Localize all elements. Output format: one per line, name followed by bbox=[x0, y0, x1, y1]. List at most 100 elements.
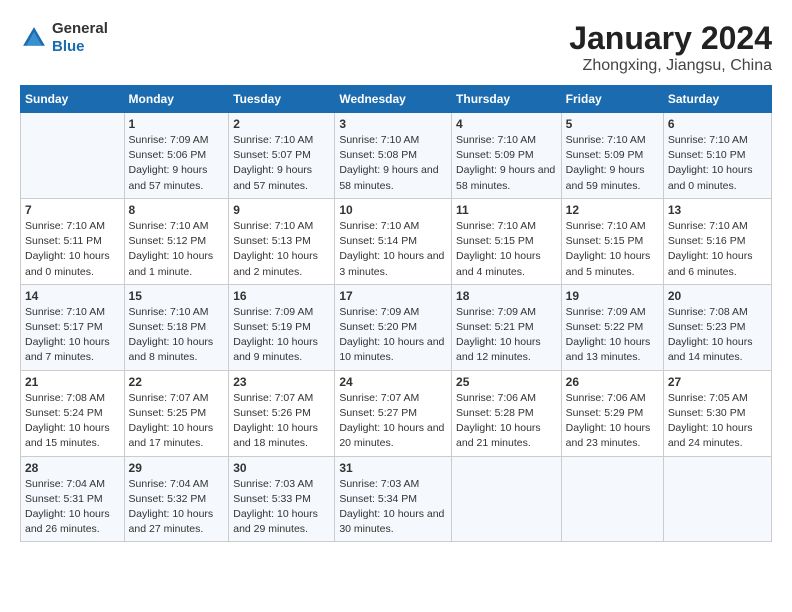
daylight: Daylight: 10 hours and 29 minutes. bbox=[233, 508, 318, 535]
day-number: 21 bbox=[25, 375, 120, 389]
day-number: 5 bbox=[566, 117, 659, 131]
daylight: Daylight: 9 hours and 59 minutes. bbox=[566, 164, 645, 191]
calendar-cell bbox=[561, 456, 663, 542]
sunrise: Sunrise: 7:08 AM bbox=[25, 392, 105, 404]
daylight: Daylight: 9 hours and 57 minutes. bbox=[233, 164, 312, 191]
sunset: Sunset: 5:26 PM bbox=[233, 407, 311, 419]
day-number: 7 bbox=[25, 203, 120, 217]
col-monday: Monday bbox=[124, 86, 229, 113]
daylight: Daylight: 10 hours and 5 minutes. bbox=[566, 250, 651, 277]
sunset: Sunset: 5:34 PM bbox=[339, 493, 417, 505]
day-info: Sunrise: 7:03 AM Sunset: 5:34 PM Dayligh… bbox=[339, 477, 447, 538]
sunset: Sunset: 5:10 PM bbox=[668, 149, 746, 161]
sunrise: Sunrise: 7:10 AM bbox=[233, 220, 313, 232]
calendar-cell: 30 Sunrise: 7:03 AM Sunset: 5:33 PM Dayl… bbox=[229, 456, 335, 542]
col-thursday: Thursday bbox=[452, 86, 562, 113]
calendar-cell: 15 Sunrise: 7:10 AM Sunset: 5:18 PM Dayl… bbox=[124, 284, 229, 370]
day-number: 2 bbox=[233, 117, 330, 131]
day-number: 1 bbox=[129, 117, 225, 131]
daylight: Daylight: 10 hours and 27 minutes. bbox=[129, 508, 214, 535]
daylight: Daylight: 10 hours and 2 minutes. bbox=[233, 250, 318, 277]
sunset: Sunset: 5:22 PM bbox=[566, 321, 644, 333]
sunset: Sunset: 5:14 PM bbox=[339, 235, 417, 247]
sunset: Sunset: 5:12 PM bbox=[129, 235, 207, 247]
sunset: Sunset: 5:33 PM bbox=[233, 493, 311, 505]
calendar-cell: 19 Sunrise: 7:09 AM Sunset: 5:22 PM Dayl… bbox=[561, 284, 663, 370]
calendar-cell bbox=[452, 456, 562, 542]
day-info: Sunrise: 7:07 AM Sunset: 5:25 PM Dayligh… bbox=[129, 391, 225, 452]
day-info: Sunrise: 7:10 AM Sunset: 5:15 PM Dayligh… bbox=[456, 219, 557, 280]
daylight: Daylight: 10 hours and 1 minute. bbox=[129, 250, 214, 277]
header-row: Sunday Monday Tuesday Wednesday Thursday… bbox=[21, 86, 772, 113]
sunrise: Sunrise: 7:10 AM bbox=[25, 306, 105, 318]
day-info: Sunrise: 7:06 AM Sunset: 5:28 PM Dayligh… bbox=[456, 391, 557, 452]
sunrise: Sunrise: 7:06 AM bbox=[456, 392, 536, 404]
day-number: 20 bbox=[668, 289, 767, 303]
calendar-cell: 25 Sunrise: 7:06 AM Sunset: 5:28 PM Dayl… bbox=[452, 370, 562, 456]
daylight: Daylight: 10 hours and 14 minutes. bbox=[668, 336, 753, 363]
day-number: 24 bbox=[339, 375, 447, 389]
logo-icon bbox=[20, 24, 48, 52]
calendar-cell: 11 Sunrise: 7:10 AM Sunset: 5:15 PM Dayl… bbox=[452, 198, 562, 284]
sunrise: Sunrise: 7:10 AM bbox=[456, 134, 536, 146]
sunrise: Sunrise: 7:10 AM bbox=[456, 220, 536, 232]
day-info: Sunrise: 7:10 AM Sunset: 5:14 PM Dayligh… bbox=[339, 219, 447, 280]
title-block: January 2024 Zhongxing, Jiangsu, China bbox=[569, 20, 772, 75]
sunrise: Sunrise: 7:10 AM bbox=[566, 220, 646, 232]
sunrise: Sunrise: 7:07 AM bbox=[233, 392, 313, 404]
sunrise: Sunrise: 7:09 AM bbox=[339, 306, 419, 318]
day-info: Sunrise: 7:08 AM Sunset: 5:23 PM Dayligh… bbox=[668, 305, 767, 366]
calendar-cell: 26 Sunrise: 7:06 AM Sunset: 5:29 PM Dayl… bbox=[561, 370, 663, 456]
day-number: 30 bbox=[233, 461, 330, 475]
sunrise: Sunrise: 7:10 AM bbox=[339, 220, 419, 232]
day-number: 25 bbox=[456, 375, 557, 389]
day-number: 17 bbox=[339, 289, 447, 303]
calendar-cell: 10 Sunrise: 7:10 AM Sunset: 5:14 PM Dayl… bbox=[335, 198, 452, 284]
sunrise: Sunrise: 7:10 AM bbox=[25, 220, 105, 232]
day-info: Sunrise: 7:10 AM Sunset: 5:16 PM Dayligh… bbox=[668, 219, 767, 280]
sunrise: Sunrise: 7:06 AM bbox=[566, 392, 646, 404]
daylight: Daylight: 10 hours and 21 minutes. bbox=[456, 422, 541, 449]
day-info: Sunrise: 7:09 AM Sunset: 5:22 PM Dayligh… bbox=[566, 305, 659, 366]
day-number: 10 bbox=[339, 203, 447, 217]
day-number: 31 bbox=[339, 461, 447, 475]
day-info: Sunrise: 7:09 AM Sunset: 5:20 PM Dayligh… bbox=[339, 305, 447, 366]
day-info: Sunrise: 7:04 AM Sunset: 5:31 PM Dayligh… bbox=[25, 477, 120, 538]
daylight: Daylight: 10 hours and 7 minutes. bbox=[25, 336, 110, 363]
day-info: Sunrise: 7:10 AM Sunset: 5:18 PM Dayligh… bbox=[129, 305, 225, 366]
calendar-cell: 21 Sunrise: 7:08 AM Sunset: 5:24 PM Dayl… bbox=[21, 370, 125, 456]
sunset: Sunset: 5:24 PM bbox=[25, 407, 103, 419]
day-info: Sunrise: 7:09 AM Sunset: 5:06 PM Dayligh… bbox=[129, 133, 225, 194]
sunset: Sunset: 5:20 PM bbox=[339, 321, 417, 333]
calendar-cell: 13 Sunrise: 7:10 AM Sunset: 5:16 PM Dayl… bbox=[663, 198, 771, 284]
calendar-cell: 12 Sunrise: 7:10 AM Sunset: 5:15 PM Dayl… bbox=[561, 198, 663, 284]
sunset: Sunset: 5:31 PM bbox=[25, 493, 103, 505]
day-number: 11 bbox=[456, 203, 557, 217]
day-number: 26 bbox=[566, 375, 659, 389]
day-number: 8 bbox=[129, 203, 225, 217]
sunrise: Sunrise: 7:10 AM bbox=[233, 134, 313, 146]
day-number: 23 bbox=[233, 375, 330, 389]
calendar-subtitle: Zhongxing, Jiangsu, China bbox=[569, 57, 772, 75]
daylight: Daylight: 10 hours and 9 minutes. bbox=[233, 336, 318, 363]
calendar-cell: 4 Sunrise: 7:10 AM Sunset: 5:09 PM Dayli… bbox=[452, 113, 562, 199]
sunrise: Sunrise: 7:09 AM bbox=[129, 134, 209, 146]
daylight: Daylight: 10 hours and 18 minutes. bbox=[233, 422, 318, 449]
day-info: Sunrise: 7:10 AM Sunset: 5:08 PM Dayligh… bbox=[339, 133, 447, 194]
day-info: Sunrise: 7:10 AM Sunset: 5:07 PM Dayligh… bbox=[233, 133, 330, 194]
sunrise: Sunrise: 7:07 AM bbox=[129, 392, 209, 404]
day-info: Sunrise: 7:09 AM Sunset: 5:19 PM Dayligh… bbox=[233, 305, 330, 366]
sunset: Sunset: 5:08 PM bbox=[339, 149, 417, 161]
day-info: Sunrise: 7:06 AM Sunset: 5:29 PM Dayligh… bbox=[566, 391, 659, 452]
day-number: 12 bbox=[566, 203, 659, 217]
sunset: Sunset: 5:32 PM bbox=[129, 493, 207, 505]
sunset: Sunset: 5:09 PM bbox=[456, 149, 534, 161]
daylight: Daylight: 10 hours and 0 minutes. bbox=[668, 164, 753, 191]
col-wednesday: Wednesday bbox=[335, 86, 452, 113]
calendar-cell: 17 Sunrise: 7:09 AM Sunset: 5:20 PM Dayl… bbox=[335, 284, 452, 370]
daylight: Daylight: 10 hours and 6 minutes. bbox=[668, 250, 753, 277]
daylight: Daylight: 10 hours and 15 minutes. bbox=[25, 422, 110, 449]
day-info: Sunrise: 7:07 AM Sunset: 5:26 PM Dayligh… bbox=[233, 391, 330, 452]
calendar-cell: 24 Sunrise: 7:07 AM Sunset: 5:27 PM Dayl… bbox=[335, 370, 452, 456]
day-info: Sunrise: 7:10 AM Sunset: 5:11 PM Dayligh… bbox=[25, 219, 120, 280]
